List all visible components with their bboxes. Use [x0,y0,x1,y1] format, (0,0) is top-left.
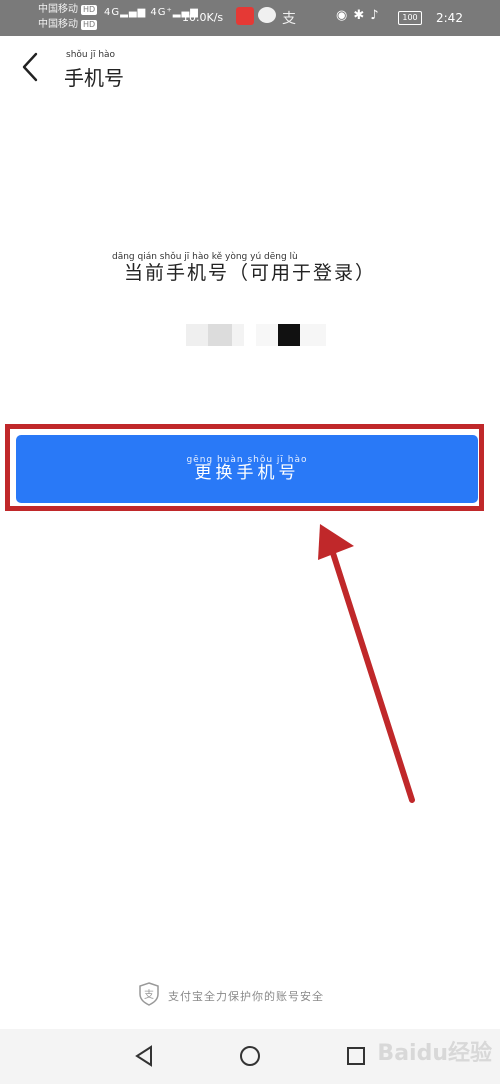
watermark: Baidu经验 [377,1041,492,1066]
svg-text:支: 支 [144,989,154,1001]
change-button-pinyin: gēng huàn shǒu jī hào [186,455,308,465]
annotation-arrow-icon [318,524,415,803]
notification-app-icon [236,7,254,25]
alipay-notification-icon: 支 [282,11,296,27]
nav-back-icon[interactable] [131,1043,157,1069]
page-title-pinyin: shǒu jī hào [66,50,116,60]
change-button-label: 更换手机号 [194,463,300,483]
system-icons: ◉✱♪ [336,8,385,23]
carrier-1: 中国移动 HD [38,4,98,15]
network-speed: 10.0K/s [182,11,224,24]
status-bar: 中国移动 HD 中国移动 HD 4G▂▄▆ 4G⁺▂▄▆ 10.0K/s 支 ◉✱♪… [0,0,500,36]
masked-phone-number [186,324,326,346]
nav-recents-icon[interactable] [343,1043,369,1069]
shield-icon: 支 [139,982,159,1006]
nav-home-icon[interactable] [237,1043,263,1069]
carrier-2: 中国移动 HD [38,19,98,30]
page-title: 手机号 [64,66,124,90]
current-phone-label: 当前手机号（可用于登录） [123,262,376,284]
battery-icon: 100 [398,11,422,25]
message-icon [258,7,276,23]
footer-text: 支付宝全力保护你的账号安全 [168,990,324,1003]
security-footer: 支 支付宝全力保护你的账号安全 [0,982,500,1008]
clock: 2:42 [436,11,463,25]
change-phone-button[interactable]: gēng huàn shǒu jī hào 更换手机号 [16,435,478,503]
system-nav-bar: Baidu经验 [0,1029,500,1084]
back-arrow-icon[interactable] [16,50,46,84]
